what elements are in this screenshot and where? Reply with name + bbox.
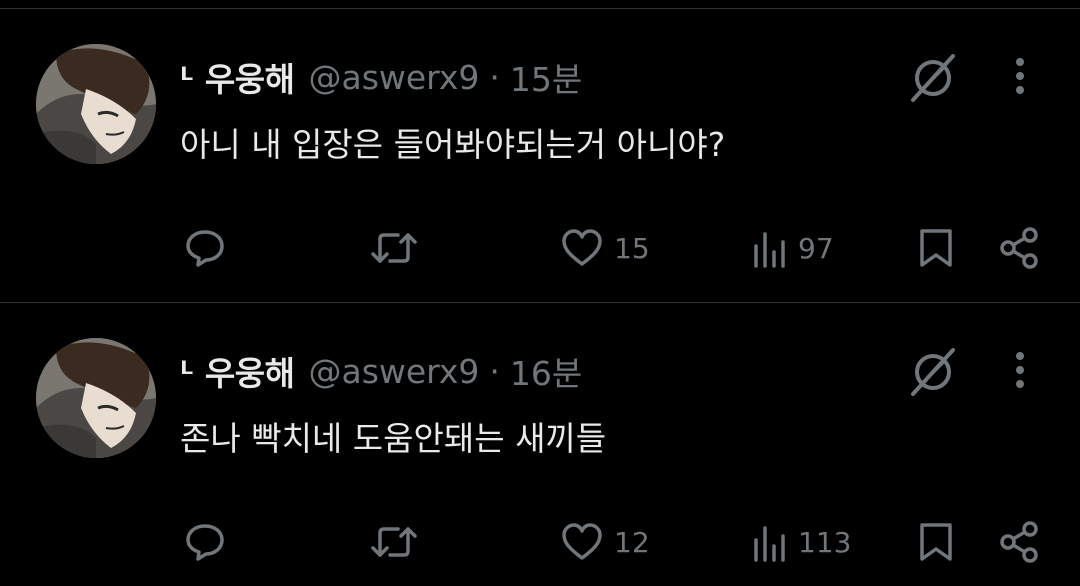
tweet-actions: 12 113 [0, 520, 1080, 564]
separator-dot: · [489, 57, 500, 97]
reply-icon [186, 230, 224, 267]
tweet-header: ᒻ 우웅해 @aswerx9 · 15분 [180, 52, 582, 102]
view-count: 97 [798, 231, 834, 265]
display-name[interactable]: ᒻ 우웅해 [180, 53, 295, 101]
retweet-button[interactable] [370, 520, 418, 564]
grok-icon[interactable] [905, 54, 961, 102]
views-icon [754, 526, 785, 562]
like-count: 12 [614, 525, 650, 559]
tweet-actions: 15 97 [0, 226, 1080, 270]
retweet-icon [371, 233, 417, 263]
view-count: 113 [798, 525, 852, 559]
heart-icon [562, 523, 602, 560]
tweet-text: 아니 내 입장은 들어봐야되는거 아니야? [180, 125, 726, 164]
tweet[interactable]: ᒻ 우웅해 @aswerx9 · 15분 아니 내 입장은 들어봐야되는거 아니… [0, 0, 1080, 292]
like-button[interactable]: 12 [560, 520, 650, 564]
retweet-button[interactable] [370, 226, 418, 270]
share-button[interactable] [998, 520, 1040, 564]
bookmark-icon [920, 229, 952, 267]
avatar[interactable] [36, 338, 156, 458]
share-icon [1000, 521, 1038, 563]
views-button[interactable]: 113 [752, 520, 851, 564]
views-button[interactable]: 97 [752, 226, 834, 270]
avatar[interactable] [36, 44, 156, 164]
user-handle[interactable]: @aswerx9 [308, 58, 479, 97]
tweet-header: ᒻ 우웅해 @aswerx9 · 16분 [180, 346, 582, 396]
share-button[interactable] [998, 226, 1040, 270]
like-count: 15 [614, 231, 650, 265]
share-icon [1000, 227, 1038, 269]
bookmark-icon [920, 523, 952, 561]
reply-button[interactable] [184, 520, 226, 564]
timestamp[interactable]: 15분 [510, 53, 582, 101]
views-icon [754, 232, 785, 268]
separator-dot: · [489, 351, 500, 391]
tweet-text: 존나 빡치네 도움안돼는 새끼들 [180, 419, 607, 458]
display-name[interactable]: ᒻ 우웅해 [180, 347, 295, 395]
bookmark-button[interactable] [918, 520, 954, 564]
reply-button[interactable] [184, 226, 226, 270]
tweet[interactable]: ᒻ 우웅해 @aswerx9 · 16분 존나 빡치네 도움안돼는 새끼들 12… [0, 294, 1080, 586]
retweet-icon [371, 527, 417, 557]
more-icon[interactable] [1006, 350, 1034, 390]
user-handle[interactable]: @aswerx9 [308, 352, 479, 391]
more-icon[interactable] [1006, 56, 1034, 96]
grok-icon[interactable] [905, 348, 961, 396]
timestamp[interactable]: 16분 [510, 347, 582, 395]
bookmark-button[interactable] [918, 226, 954, 270]
heart-icon [562, 229, 602, 266]
like-button[interactable]: 15 [560, 226, 650, 270]
reply-icon [186, 524, 224, 561]
